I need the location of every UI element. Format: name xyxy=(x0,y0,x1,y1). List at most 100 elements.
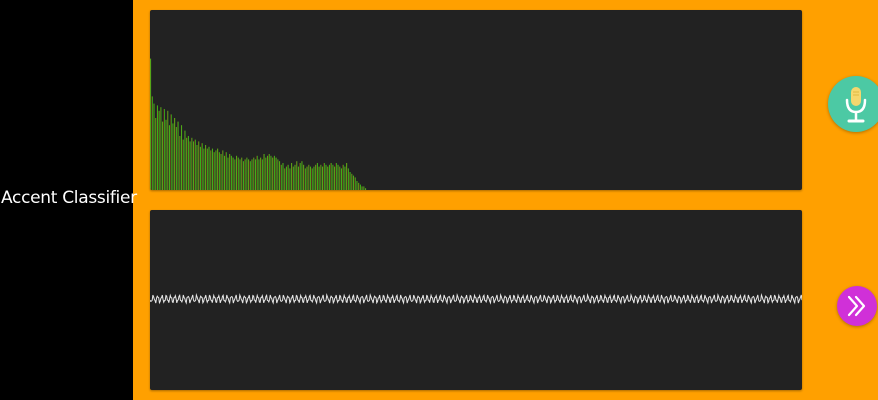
spectrum-bar xyxy=(186,137,188,190)
spectrum-bar xyxy=(320,164,322,190)
spectrum-bar xyxy=(249,161,251,190)
spectrum-bars-chart xyxy=(150,58,367,190)
spectrum-bar xyxy=(328,164,330,190)
waveform-chart xyxy=(150,293,802,305)
spectrum-bar xyxy=(236,155,238,190)
waveform-visualizer xyxy=(150,210,802,390)
spectrum-bar xyxy=(365,188,367,190)
spectrum-bar xyxy=(308,164,310,190)
app-title: Accent Classifier xyxy=(1,188,137,208)
record-button[interactable] xyxy=(828,76,878,132)
spectrum-bar xyxy=(265,157,267,190)
spectrum-bar xyxy=(175,127,177,190)
spectrum-bar xyxy=(165,119,167,190)
spectrum-bar xyxy=(337,164,339,190)
spectrum-bar xyxy=(352,175,355,190)
spectrum-bar xyxy=(232,157,234,190)
spectrum-bar xyxy=(208,146,210,190)
spectrum-bar xyxy=(234,159,236,190)
spectrum-bar xyxy=(251,159,253,190)
spectrum-bar xyxy=(205,145,207,190)
spectrum-bar xyxy=(275,157,277,190)
spectrum-bar xyxy=(241,157,243,190)
spectrum-bar xyxy=(199,146,201,190)
spectrum-bar xyxy=(294,164,296,190)
spectrum-bar xyxy=(172,123,174,190)
sidebar: Accent Classifier xyxy=(0,0,137,400)
spectrum-bar xyxy=(246,157,248,190)
spectrum-bar xyxy=(332,164,334,190)
spectrum-bar xyxy=(285,166,287,190)
spectrum-bar xyxy=(334,166,336,190)
spectrum-bar xyxy=(184,130,186,190)
spectrum-bar xyxy=(151,96,153,190)
spectrum-bar xyxy=(254,159,257,190)
spectrum-bar xyxy=(291,163,293,190)
spectrum-bar xyxy=(263,154,265,190)
spectrum-bar xyxy=(354,177,356,190)
waveform-line xyxy=(150,293,802,305)
spectrum-bar xyxy=(158,110,160,190)
spectrum-bar xyxy=(325,164,327,190)
next-button[interactable] xyxy=(837,286,877,326)
spectrum-bar xyxy=(153,103,155,190)
spectrum-bar xyxy=(313,166,315,190)
spectrum-bar xyxy=(301,161,303,190)
spectrum-bar xyxy=(198,141,200,190)
spectrum-bar xyxy=(230,155,232,190)
spectrum-bar xyxy=(260,157,262,190)
spectrum-bar xyxy=(266,155,269,190)
spectrum-bar xyxy=(163,109,165,190)
spectrum-bar xyxy=(223,155,226,190)
spectrum-bar xyxy=(218,152,220,190)
spectrum-bar xyxy=(349,172,351,190)
spectrum-bar xyxy=(210,150,212,190)
spectrum-bar xyxy=(289,168,291,190)
spectrum-bar xyxy=(256,155,258,190)
spectrum-bar xyxy=(206,148,208,190)
spectrum-bar xyxy=(217,148,219,190)
spectrum-bar xyxy=(253,157,255,190)
spectrum-bar xyxy=(242,161,244,190)
spectrum-bar xyxy=(277,159,279,190)
spectrum-bar xyxy=(261,159,263,190)
spectrum-bar xyxy=(258,159,260,190)
spectrum-bar xyxy=(220,154,222,190)
spectrum-bar xyxy=(239,159,241,190)
spectrum-bar xyxy=(213,152,215,190)
spectrum-bar xyxy=(177,121,179,190)
spectrum-bar xyxy=(339,166,341,190)
spectrum-bar xyxy=(327,166,329,190)
spectrum-bar xyxy=(229,154,231,190)
spectrum-bar xyxy=(187,136,189,190)
spectrum-bar xyxy=(168,125,171,190)
spectrum-bar xyxy=(358,182,360,190)
spectrum-bar xyxy=(156,105,158,190)
spectrum-bar xyxy=(170,114,172,190)
microphone-icon xyxy=(845,87,867,123)
spectrum-bar xyxy=(351,173,353,190)
spectrum-bar xyxy=(280,164,282,190)
spectrum-bar xyxy=(330,163,332,190)
spectrum-bar xyxy=(268,154,270,190)
spectrum-bar xyxy=(359,184,361,190)
spectrum-bar xyxy=(211,148,214,190)
spectrum-bar xyxy=(316,163,318,190)
spectrum-bar xyxy=(270,155,272,190)
spectrum-bar xyxy=(215,150,217,190)
spectrum-bar xyxy=(311,168,313,190)
spectrum-bar xyxy=(282,163,284,190)
spectrum-bar xyxy=(279,161,281,190)
spectrum-bar xyxy=(193,141,195,190)
spectrum-bar xyxy=(194,139,196,190)
spectrum-bar xyxy=(191,137,193,190)
spectrum-bar xyxy=(160,107,162,190)
spectrum-bar xyxy=(347,168,349,190)
spectrum-bar xyxy=(287,164,289,190)
spectrum-bar xyxy=(306,166,308,190)
double-chevron-right-icon xyxy=(847,295,866,317)
spectrum-bar xyxy=(201,143,203,190)
spectrum-bar xyxy=(296,161,298,190)
spectrum-bar xyxy=(150,58,152,190)
spectrum-bar xyxy=(162,121,164,190)
